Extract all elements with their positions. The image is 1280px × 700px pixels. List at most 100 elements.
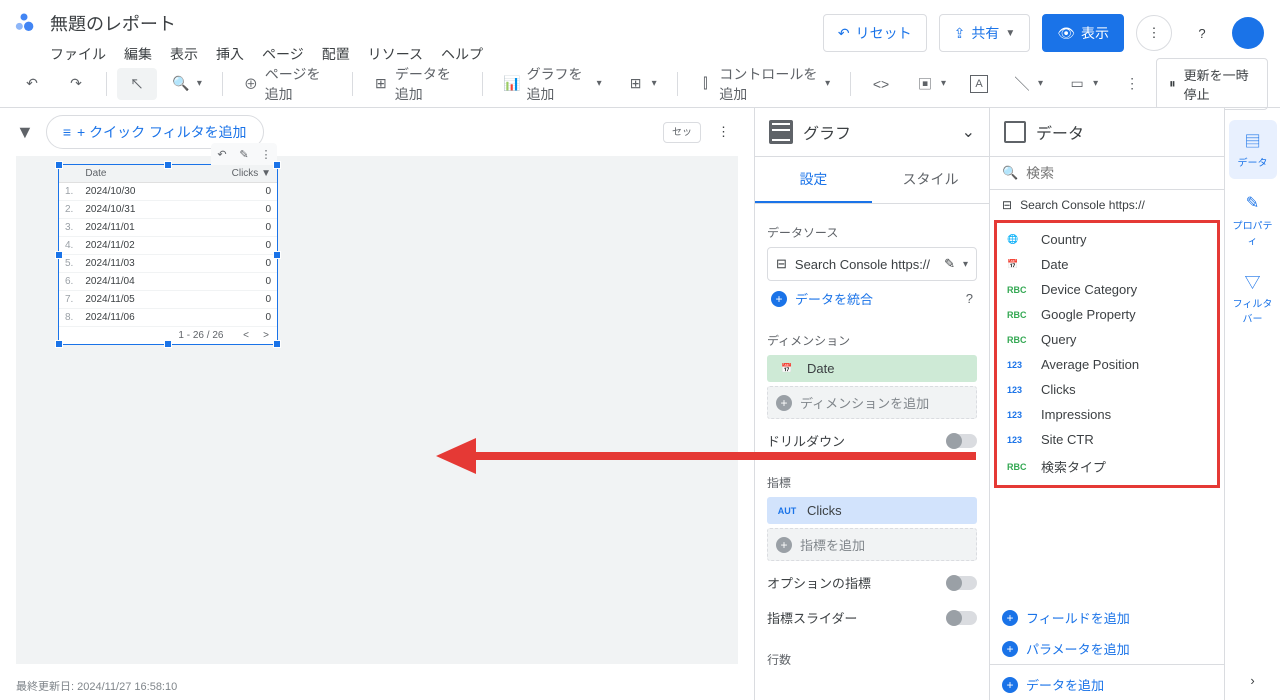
looker-studio-logo-icon xyxy=(10,10,38,38)
pause-updates-button[interactable]: ⏸更新を一時停止 xyxy=(1156,58,1268,110)
label-opt-metric: オプションの指標 xyxy=(767,573,871,592)
field-item[interactable]: RBCDevice Category xyxy=(997,277,1217,302)
datasource-header[interactable]: ⊟Search Console https:// xyxy=(990,190,1224,220)
table-row[interactable]: 1.2024/10/300 xyxy=(59,183,277,201)
component-undo-icon[interactable]: ↶ xyxy=(211,143,233,165)
search-input[interactable] xyxy=(1026,165,1212,181)
code-icon: <> xyxy=(871,74,891,94)
image-icon: ▣ xyxy=(915,74,935,94)
field-name: Site CTR xyxy=(1041,432,1094,447)
page-prev-icon[interactable]: < xyxy=(229,330,249,341)
menu-view[interactable]: 表示 xyxy=(170,44,198,64)
help-icon[interactable]: ? xyxy=(966,291,973,306)
document-title[interactable]: 無題のレポート xyxy=(50,6,823,40)
label-datasource: データソース xyxy=(767,224,977,241)
field-item[interactable]: RBCGoogle Property xyxy=(997,302,1217,327)
field-type-icon: 🌐 xyxy=(1007,234,1031,245)
control-icon: ⫿ xyxy=(697,74,713,94)
table-row[interactable]: 6.2024/11/040 xyxy=(59,273,277,291)
add-metric-button[interactable]: +指標を追加 xyxy=(767,528,977,561)
field-name: Impressions xyxy=(1041,407,1111,422)
field-type-icon: 📅 xyxy=(1007,259,1031,270)
user-avatar[interactable] xyxy=(1232,17,1264,49)
search-icon: 🔍 xyxy=(1002,165,1018,181)
metric-clicks[interactable]: AUTClicks xyxy=(767,497,977,524)
add-data-link[interactable]: +データを追加 xyxy=(990,664,1224,700)
line-button[interactable]: ╲▾ xyxy=(1002,68,1053,100)
right-tabs: ▤データ ✎プロパティ ▽フィルタバー › xyxy=(1224,108,1280,700)
field-item[interactable]: RBCQuery xyxy=(997,327,1217,352)
drilldown-toggle[interactable] xyxy=(947,434,977,448)
field-item[interactable]: RBC検索タイプ xyxy=(997,452,1217,481)
table-row[interactable]: 5.2024/11/030 xyxy=(59,255,277,273)
menu-file[interactable]: ファイル xyxy=(50,44,106,64)
add-control-button[interactable]: ⫿コントロールを追加▾ xyxy=(687,58,840,110)
field-item[interactable]: 123Impressions xyxy=(997,402,1217,427)
add-field-button[interactable]: +フィールドを追加 xyxy=(990,602,1224,633)
add-dimension-button[interactable]: +ディメンションを追加 xyxy=(767,386,977,419)
page-next-icon[interactable]: > xyxy=(249,330,269,341)
dimension-date[interactable]: 📅Date xyxy=(767,355,977,382)
add-param-button[interactable]: +パラメータを追加 xyxy=(990,633,1224,664)
col-clicks[interactable]: Clicks ▼ xyxy=(187,165,277,183)
image-button[interactable]: ▣▾ xyxy=(905,68,956,100)
table-row[interactable]: 2.2024/10/310 xyxy=(59,201,277,219)
menu-edit[interactable]: 編集 xyxy=(124,44,152,64)
tab-property[interactable]: ✎プロパティ xyxy=(1229,183,1277,257)
field-item[interactable]: 123Average Position xyxy=(997,352,1217,377)
more-vert-icon[interactable]: ⋮ xyxy=(709,124,738,140)
help-icon: ? xyxy=(1198,26,1205,41)
field-name: Clicks xyxy=(1041,382,1076,397)
view-button[interactable]: 👁表示 xyxy=(1042,14,1124,52)
report-canvas[interactable]: ↶ ✎ ⋮ DateClicks ▼ 1.2024/10/3002.2024/1… xyxy=(16,156,738,664)
community-viz-button[interactable]: ⊞▾ xyxy=(616,68,667,100)
undo-icon: ↶ xyxy=(838,25,850,42)
undo-button[interactable]: ↶ xyxy=(12,68,52,100)
table-row[interactable]: 8.2024/11/060 xyxy=(59,309,277,327)
field-item[interactable]: 🌐Country xyxy=(997,227,1217,252)
help-button[interactable]: ? xyxy=(1184,15,1220,51)
field-name: Google Property xyxy=(1041,307,1136,322)
table-row[interactable]: 7.2024/11/050 xyxy=(59,291,277,309)
chart-setup-panel: グラフ ⌄ 設定 スタイル データソース ⊟Search Console htt… xyxy=(754,108,989,700)
reset-button[interactable]: ↶リセット xyxy=(823,14,927,52)
redo-button[interactable]: ↷ xyxy=(56,68,96,100)
blend-data-button[interactable]: +データを統合? xyxy=(767,281,977,316)
field-item[interactable]: 123Site CTR xyxy=(997,427,1217,452)
more-tools[interactable]: ⋮ xyxy=(1112,68,1152,100)
select-tool[interactable]: ↖ xyxy=(117,68,157,100)
add-chart-button[interactable]: 📊グラフを追加▾ xyxy=(493,58,612,110)
tab-style[interactable]: スタイル xyxy=(872,157,989,203)
opt-metric-toggle[interactable] xyxy=(947,576,977,590)
filter-icon: ▼ xyxy=(16,122,34,143)
data-icon: ▤ xyxy=(1243,130,1263,150)
undo-icon: ↶ xyxy=(22,74,42,94)
table-component[interactable]: ↶ ✎ ⋮ DateClicks ▼ 1.2024/10/3002.2024/1… xyxy=(58,164,278,345)
more-options-button[interactable]: ⋮ xyxy=(1136,15,1172,51)
app-header: 無題のレポート ファイル 編集 表示 挿入 ページ 配置 リソース ヘルプ ↶リ… xyxy=(0,0,1280,60)
page-settings-button[interactable]: セッ xyxy=(663,122,701,143)
table-row[interactable]: 3.2024/11/010 xyxy=(59,219,277,237)
text-button[interactable]: A xyxy=(960,69,998,99)
tab-filterbar[interactable]: ▽フィルタバー xyxy=(1229,261,1277,335)
last-updated: 最終更新日: 2024/11/27 16:58:10 xyxy=(0,672,754,700)
metric-slider-toggle[interactable] xyxy=(947,611,977,625)
embed-button[interactable]: <> xyxy=(861,68,901,100)
add-page-button[interactable]: ⊕ページを追加 xyxy=(233,58,342,110)
share-button[interactable]: ⇪共有▼ xyxy=(939,14,1031,52)
field-item[interactable]: 📅Date xyxy=(997,252,1217,277)
datasource-selector[interactable]: ⊟Search Console https://✎▾ xyxy=(767,247,977,281)
chevron-down-icon[interactable]: ⌄ xyxy=(962,122,975,142)
collapse-panel-button[interactable]: › xyxy=(1238,661,1266,700)
component-edit-icon[interactable]: ✎ xyxy=(233,143,255,165)
table-row[interactable]: 4.2024/11/020 xyxy=(59,237,277,255)
field-item[interactable]: 123Clicks xyxy=(997,377,1217,402)
add-data-button[interactable]: ⊞データを追加 xyxy=(363,58,473,110)
tab-setup[interactable]: 設定 xyxy=(755,157,872,203)
field-search[interactable]: 🔍 xyxy=(990,157,1224,190)
shape-button[interactable]: ▭▾ xyxy=(1057,68,1108,100)
pause-icon: ⏸ xyxy=(1169,76,1176,92)
zoom-tool[interactable]: 🔍▾ xyxy=(161,68,212,100)
edit-icon[interactable]: ✎ xyxy=(944,256,955,272)
tab-data[interactable]: ▤データ xyxy=(1229,120,1277,179)
